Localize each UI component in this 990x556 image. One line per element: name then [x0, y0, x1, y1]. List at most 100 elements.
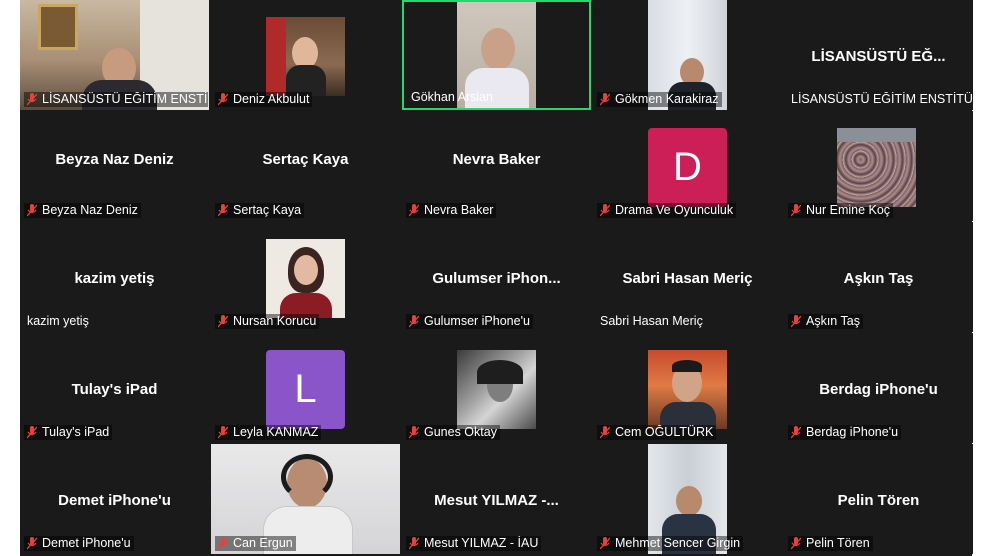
participant-display-name: Mesut YILMAZ -... — [434, 492, 559, 509]
participant-caption: Mehmet Sencer Girgin — [597, 536, 744, 551]
participant-tile-gulumser-iphone[interactable]: Gulumser iPhon... Gulumser iPhone'u — [402, 222, 591, 332]
caption-text: Sabri Hasan Meriç — [600, 314, 703, 328]
participant-display-name: Berdag iPhone'u — [819, 381, 938, 398]
caption-text: LİSANSÜSTÜ EĞİTİM ENSTİ... — [42, 92, 208, 106]
participant-display-name: Aşkın Taş — [843, 270, 914, 287]
participant-tile-askin-tas[interactable]: Aşkın Taş Aşkın Taş — [784, 222, 973, 332]
participant-caption: Sertaç Kaya — [215, 203, 305, 218]
mic-muted-icon — [218, 536, 228, 549]
mic-muted-icon — [409, 425, 419, 438]
participant-display-name: Pelin Tören — [837, 492, 920, 509]
participant-tile-gunes-oktay[interactable]: Gunes Oktay — [402, 333, 591, 443]
mic-muted-icon — [218, 203, 228, 216]
caption-text: Beyza Naz Deniz — [42, 203, 138, 217]
caption-text: Drama Ve Oyunculuk — [615, 203, 734, 217]
participant-tile-lisansustu-1[interactable]: LİSANSÜSTÜ EĞİTİM ENSTİ... — [20, 0, 209, 110]
participant-caption: Aşkın Taş — [788, 314, 863, 329]
participant-tile-kazim-yetis[interactable]: kazim yetiş kazim yetiş — [20, 222, 209, 332]
participant-tile-sabri-hasan-meric[interactable]: Sabri Hasan Meriç Sabri Hasan Meriç — [593, 222, 782, 332]
participant-tile-lisansustu-2[interactable]: LİSANSÜSTÜ EĞ... LİSANSÜSTÜ EĞİTİM ENSTİ… — [784, 0, 973, 110]
participant-tile-drama-ve-oyunculuk[interactable]: D Drama Ve Oyunculuk — [593, 111, 782, 221]
mic-muted-icon — [27, 425, 37, 438]
video-gallery-grid: LİSANSÜSTÜ EĞİTİM ENSTİ... Deniz Akbulut… — [20, 0, 973, 556]
participant-caption: Cem OĞULTÜRK — [597, 425, 717, 440]
participant-display-name: Nevra Baker — [452, 151, 541, 168]
participant-tile-nevra-baker[interactable]: Nevra Baker Nevra Baker — [402, 111, 591, 221]
participant-tile-pelin-toren[interactable]: Pelin Tören Pelin Tören — [784, 444, 973, 554]
caption-text: Nevra Baker — [424, 203, 494, 217]
caption-text: Mesut YILMAZ - İAU — [424, 536, 539, 550]
participant-tile-gokmen-karakiraz[interactable]: Gökmen Karakiraz — [593, 0, 782, 110]
caption-text: Gökhan Arslan — [411, 90, 493, 104]
mic-muted-icon — [600, 203, 610, 216]
participant-tile-mehmet-sencer-girgin[interactable]: Mehmet Sencer Girgin — [593, 444, 782, 554]
participant-photo — [457, 350, 536, 429]
mic-muted-icon — [600, 536, 610, 549]
caption-text: Deniz Akbulut — [233, 92, 310, 106]
mic-muted-icon — [600, 92, 610, 105]
participant-display-name: Sabri Hasan Meriç — [622, 270, 753, 287]
participant-caption: Nevra Baker — [406, 203, 497, 218]
participant-tile-berdag-iphone[interactable]: Berdag iPhone'u Berdag iPhone'u — [784, 333, 973, 443]
mic-muted-icon — [791, 536, 801, 549]
participant-tile-beyza-naz-deniz[interactable]: Beyza Naz Deniz Beyza Naz Deniz — [20, 111, 209, 221]
participant-tile-deniz-akbulut[interactable]: Deniz Akbulut — [211, 0, 400, 110]
participant-caption: Sabri Hasan Meriç — [597, 314, 706, 329]
participant-caption: Drama Ve Oyunculuk — [597, 203, 737, 218]
caption-text: Gökmen Karakiraz — [615, 92, 719, 106]
participant-caption: Nur Emine Koç — [788, 203, 894, 218]
participant-tile-demet-iphone[interactable]: Demet iPhone'u Demet iPhone'u — [20, 444, 209, 554]
caption-text: Demet iPhone'u — [42, 536, 131, 550]
participant-tile-nur-emine-koc[interactable]: Nur Emine Koç — [784, 111, 973, 221]
mic-muted-icon — [218, 425, 228, 438]
participant-tile-can-ergun[interactable]: Can Ergun — [211, 444, 400, 554]
mic-muted-icon — [27, 203, 37, 216]
caption-text: Can Ergun — [233, 536, 293, 550]
participant-caption: Leyla KANMAZ — [215, 425, 322, 440]
participant-tile-nursan-korucu[interactable]: Nursan Korucu — [211, 222, 400, 332]
caption-text: LİSANSÜSTÜ EĞİTİM ENSTİTÜ... — [791, 92, 972, 106]
participant-tile-leyla-kanmaz[interactable]: L Leyla KANMAZ — [211, 333, 400, 443]
participant-caption: Gunes Oktay — [406, 425, 500, 440]
avatar: D — [648, 128, 727, 207]
mic-muted-icon — [791, 314, 801, 327]
caption-text: Nur Emine Koç — [806, 203, 891, 217]
participant-caption: Demet iPhone'u — [24, 536, 134, 551]
participant-caption: Pelin Tören — [788, 536, 873, 551]
participant-caption: kazim yetiş — [24, 314, 92, 329]
mic-muted-icon — [27, 92, 37, 105]
participant-tile-cem-ogulturk[interactable]: Cem OĞULTÜRK — [593, 333, 782, 443]
caption-text: Leyla KANMAZ — [233, 425, 319, 439]
avatar: L — [266, 350, 345, 429]
participant-caption: Mesut YILMAZ - İAU — [406, 536, 542, 551]
participant-caption: Tulay's iPad — [24, 425, 113, 440]
mic-muted-icon — [409, 314, 419, 327]
participant-photo — [837, 128, 916, 207]
caption-text: Cem OĞULTÜRK — [615, 425, 714, 439]
participant-caption: Deniz Akbulut — [215, 92, 313, 107]
participant-display-name: Tulay's iPad — [71, 381, 158, 398]
participant-tile-sertac-kaya[interactable]: Sertaç Kaya Sertaç Kaya — [211, 111, 400, 221]
participant-tile-tulays-ipad[interactable]: Tulay's iPad Tulay's iPad — [20, 333, 209, 443]
caption-text: Tulay's iPad — [42, 425, 110, 439]
caption-text: Mehmet Sencer Girgin — [615, 536, 741, 550]
caption-text: Pelin Tören — [806, 536, 870, 550]
caption-text: kazim yetiş — [27, 314, 89, 328]
caption-text: Gulumser iPhone'u — [424, 314, 530, 328]
participant-photo — [648, 350, 727, 429]
mic-muted-icon — [218, 92, 228, 105]
participant-caption: Gökhan Arslan — [408, 90, 496, 105]
participant-caption: LİSANSÜSTÜ EĞİTİM ENSTİTÜ... — [788, 92, 972, 107]
participant-caption: LİSANSÜSTÜ EĞİTİM ENSTİ... — [24, 92, 208, 107]
participant-tile-gokhan-arslan-speaking[interactable]: Gökhan Arslan — [402, 0, 591, 110]
participant-caption: Can Ergun — [215, 536, 296, 551]
participant-display-name: LİSANSÜSTÜ EĞ... — [811, 48, 946, 65]
caption-text: Sertaç Kaya — [233, 203, 302, 217]
caption-text: Gunes Oktay — [424, 425, 497, 439]
participant-display-name: Gulumser iPhon... — [432, 270, 561, 287]
mic-muted-icon — [27, 536, 37, 549]
mic-muted-icon — [409, 536, 419, 549]
participant-display-name: Sertaç Kaya — [262, 151, 349, 168]
participant-tile-mesut-yilmaz[interactable]: Mesut YILMAZ -... Mesut YILMAZ - İAU — [402, 444, 591, 554]
participant-caption: Gulumser iPhone'u — [406, 314, 533, 329]
